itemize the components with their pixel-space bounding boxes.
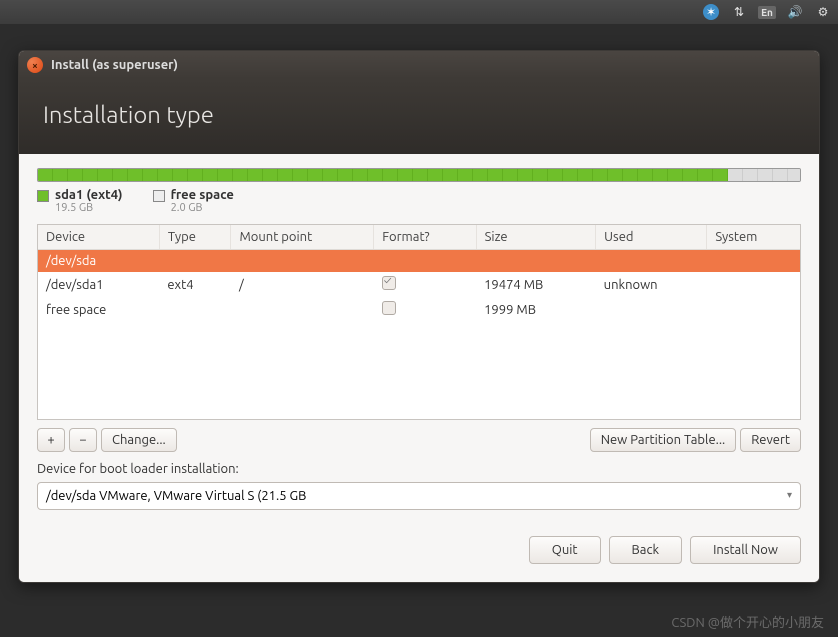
watermark: CSDN @做个开心的小朋友 [671, 612, 824, 631]
format-checkbox[interactable] [382, 276, 396, 290]
column-header[interactable]: Size [476, 225, 596, 250]
column-header[interactable]: Used [596, 225, 707, 250]
legend-item: sda1 (ext4)19.5 GB [37, 188, 123, 214]
bootloader-label: Device for boot loader installation: [37, 462, 801, 476]
add-button[interactable]: + [37, 428, 65, 452]
legend-item: free space2.0 GB [153, 188, 234, 214]
gear-icon[interactable]: ⚙ [814, 3, 832, 21]
column-header[interactable]: Type [159, 225, 231, 250]
column-header[interactable]: Format? [374, 225, 476, 250]
legend-size: 19.5 GB [55, 202, 123, 214]
bootloader-select[interactable]: /dev/sda VMware, VMware Virtual S (21.5 … [37, 482, 801, 510]
legend-label: free space [171, 188, 234, 202]
legend-swatch [153, 190, 165, 202]
legend-swatch [37, 190, 49, 202]
page-header: Installation type [19, 79, 819, 154]
page-title: Installation type [43, 101, 795, 128]
column-header[interactable]: System [707, 225, 800, 250]
partition-legend: sda1 (ext4)19.5 GB free space2.0 GB [37, 188, 801, 214]
format-checkbox[interactable] [382, 301, 396, 315]
remove-button[interactable]: − [69, 428, 97, 452]
legend-size: 2.0 GB [171, 202, 234, 214]
quit-button[interactable]: Quit [529, 536, 601, 564]
install-now-button[interactable]: Install Now [690, 536, 801, 564]
partition-table[interactable]: DeviceTypeMount pointFormat?SizeUsedSyst… [37, 224, 801, 420]
revert-button[interactable]: Revert [740, 428, 801, 452]
back-button[interactable]: Back [609, 536, 683, 564]
legend-label: sda1 (ext4) [55, 188, 123, 202]
table-row[interactable]: /dev/sda1ext4/19474 MBunknown [38, 272, 800, 297]
window-title: Install (as superuser) [51, 58, 178, 72]
sound-icon[interactable]: 🔊 [786, 3, 804, 21]
change-button[interactable]: Change... [101, 428, 177, 452]
table-row[interactable]: free space1999 MB [38, 297, 800, 322]
column-header[interactable]: Device [38, 225, 159, 250]
menubar: ✶ ⇅ En 🔊 ⚙ [0, 0, 838, 24]
accessibility-icon[interactable]: ✶ [702, 3, 720, 21]
network-icon[interactable]: ⇅ [730, 3, 748, 21]
language-indicator[interactable]: En [758, 3, 776, 21]
new-partition-table-button[interactable]: New Partition Table... [590, 428, 737, 452]
partition-bar [37, 168, 801, 182]
installer-window: × Install (as superuser) Installation ty… [18, 50, 820, 583]
table-row[interactable]: /dev/sda [38, 250, 800, 273]
column-header[interactable]: Mount point [231, 225, 374, 250]
titlebar[interactable]: × Install (as superuser) [19, 51, 819, 79]
close-icon[interactable]: × [27, 57, 43, 73]
